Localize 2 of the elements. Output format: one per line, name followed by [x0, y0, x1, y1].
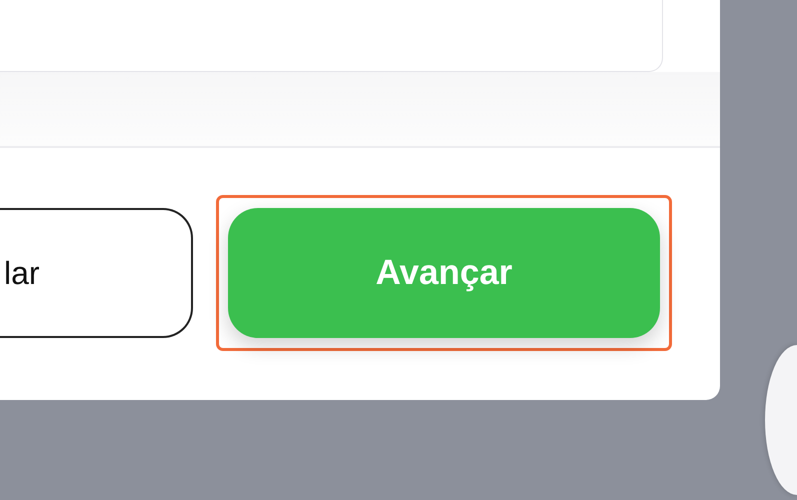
text-area[interactable]: [0, 0, 663, 72]
cancel-button[interactable]: lar: [0, 208, 193, 338]
